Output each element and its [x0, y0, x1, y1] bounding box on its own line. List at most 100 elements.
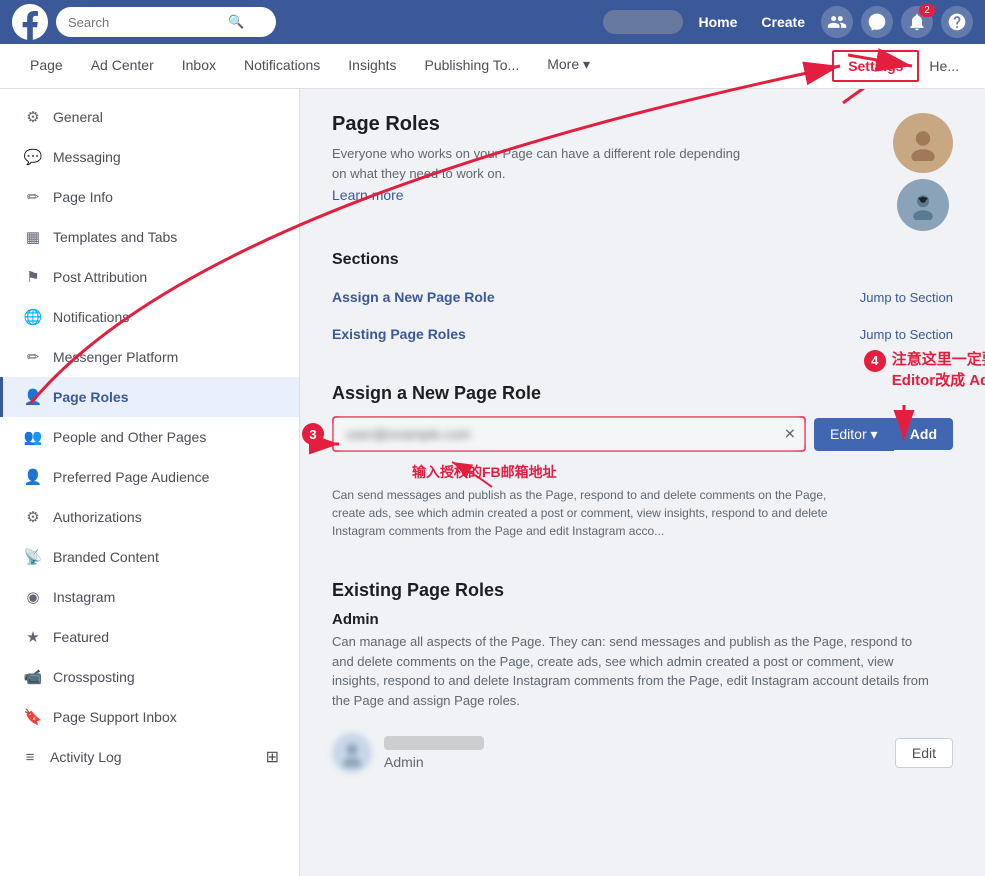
notification-badge: 2 [919, 4, 935, 17]
page-role-avatar-1 [893, 113, 953, 173]
edit-icon: ✏ [23, 187, 43, 207]
section-row-existing: Existing Page Roles Jump to Section [332, 316, 953, 353]
existing-roles-title: Existing Page Roles [332, 580, 953, 601]
instagram-icon: ◉ [23, 587, 43, 607]
nav-insights[interactable]: Insights [334, 44, 410, 89]
assign-input-wrapper: ✕ [332, 416, 806, 452]
sidebar-item-general[interactable]: ⚙ General [0, 97, 299, 137]
branded-content-icon: 📡 [23, 547, 43, 567]
learn-more-link[interactable]: Learn more [332, 187, 404, 203]
post-attr-icon: ⚑ [23, 267, 43, 287]
preferred-audience-icon: 👤 [23, 467, 43, 487]
nav-inbox[interactable]: Inbox [168, 44, 230, 89]
sidebar-item-featured[interactable]: ★ Featured [0, 617, 299, 657]
messaging-icon: 💬 [23, 147, 43, 167]
sidebar-item-page-info[interactable]: ✏ Page Info [0, 177, 299, 217]
admin-user-avatar [332, 733, 372, 773]
search-input[interactable] [68, 15, 228, 30]
page-roles-icon: 👤 [23, 387, 43, 407]
sidebar-item-page-roles[interactable]: 👤 Page Roles 2 [0, 377, 299, 417]
nav-right: Home Create 2 [603, 6, 974, 38]
sidebar-item-notifications[interactable]: 🌐 Notifications [0, 297, 299, 337]
home-link[interactable]: Home [691, 10, 746, 34]
people-icon: 👥 [23, 427, 43, 447]
help-icon-btn[interactable] [941, 6, 973, 38]
friends-icon-btn[interactable] [821, 6, 853, 38]
admin-user-row: Admin Edit [332, 722, 953, 783]
page-role-avatar-2 [897, 179, 949, 231]
sidebar: ⚙ General 💬 Messaging ✏ Page Info ▦ Temp… [0, 89, 300, 876]
sidebar-item-messenger-platform[interactable]: ✏ Messenger Platform [0, 337, 299, 377]
create-link[interactable]: Create [753, 10, 813, 34]
chinese-text-2: Editor改成 Admin [892, 369, 985, 390]
help-nav-btn[interactable]: He... [919, 44, 969, 89]
assign-title: Assign a New Page Role [332, 383, 953, 404]
assign-desc: Can send messages and publish as the Pag… [332, 486, 832, 540]
facebook-logo[interactable] [12, 4, 48, 40]
sidebar-item-messaging[interactable]: 💬 Messaging [0, 137, 299, 177]
crossposting-icon: 📹 [23, 667, 43, 687]
admin-user-name-blurred [384, 736, 484, 750]
admin-user-info: Admin [384, 736, 895, 770]
arrow-1-svg [823, 89, 943, 113]
page-roles-desc: Everyone who works on your Page can have… [332, 144, 752, 183]
jump-to-assign[interactable]: Jump to Section [860, 290, 953, 305]
main-layout: ⚙ General 💬 Messaging ✏ Page Info ▦ Temp… [0, 89, 985, 876]
assign-section: Assign a New Page Role 3 ✕ Editor ▾ Add [332, 383, 953, 540]
annotation-4: 4 [864, 350, 886, 372]
chinese-annotation-4: 4 注意这里一定要把默认的 Editor改成 Admin [864, 348, 985, 390]
sidebar-item-templates[interactable]: ▦ Templates and Tabs [0, 217, 299, 257]
top-navigation: 🔍 Home Create 2 [0, 0, 985, 44]
sidebar-item-branded-content[interactable]: 📡 Branded Content [0, 537, 299, 577]
gear-icon: ⚙ [23, 107, 43, 127]
annotation-3: 3 [302, 423, 324, 445]
role-add-container: Editor ▾ Add Admin ✓Editor Moderator Adv… [814, 418, 953, 451]
sidebar-item-people[interactable]: 👥 People and Other Pages [0, 417, 299, 457]
activity-log-expand-icon: ⊞ [266, 747, 279, 767]
nav-page[interactable]: Page [16, 44, 77, 89]
section-row-assign: Assign a New Page Role Jump to Section [332, 279, 953, 316]
auth-icon: ⚙ [23, 507, 43, 527]
nav-publishing[interactable]: Publishing To... [411, 44, 534, 89]
chinese-text-1: 注意这里一定要把默认的 [892, 348, 985, 369]
page-support-icon: 🔖 [23, 707, 43, 727]
sidebar-item-preferred-audience[interactable]: 👤 Preferred Page Audience [0, 457, 299, 497]
sidebar-item-post-attribution[interactable]: ⚑ Post Attribution [0, 257, 299, 297]
user-name-blurred [603, 10, 683, 34]
nav-ad-center[interactable]: Ad Center [77, 44, 168, 89]
messenger-platform-icon: ✏ [23, 347, 43, 367]
messenger-icon-btn[interactable] [861, 6, 893, 38]
activity-log-footer[interactable]: ≡ Activity Log ⊞ [0, 737, 299, 777]
edit-user-button[interactable]: Edit [895, 738, 953, 768]
notifications-icon-btn[interactable]: 2 [901, 6, 933, 38]
settings-button[interactable]: Settings [832, 50, 919, 82]
page-navigation: Page Ad Center Inbox Notifications Insig… [0, 44, 985, 89]
existing-section-link[interactable]: Existing Page Roles [332, 326, 466, 342]
add-role-button[interactable]: Add [894, 418, 953, 450]
admin-role-title: Admin [332, 611, 953, 628]
assign-section-link[interactable]: Assign a New Page Role [332, 289, 495, 305]
content-area: Page Roles Everyone who works on your Pa… [300, 89, 985, 876]
nav-more[interactable]: More ▾ [533, 44, 604, 89]
existing-section: Existing Page Roles Admin Can manage all… [332, 580, 953, 783]
featured-icon: ★ [23, 627, 43, 647]
search-bar[interactable]: 🔍 [56, 7, 276, 37]
chinese-label-container: 输入授权的FB邮箱地址 [332, 462, 953, 482]
notifications-icon: 🌐 [23, 307, 43, 327]
sections-title: Sections [332, 251, 953, 269]
nav-notifications[interactable]: Notifications [230, 44, 334, 89]
templates-icon: ▦ [23, 227, 43, 247]
admin-role-desc: Can manage all aspects of the Page. They… [332, 632, 932, 710]
search-icon: 🔍 [228, 14, 244, 30]
sidebar-item-page-support[interactable]: 🔖 Page Support Inbox [0, 697, 299, 737]
admin-user-role: Admin [384, 754, 895, 770]
assign-email-input[interactable] [334, 418, 804, 450]
chinese-input-label: 输入授权的FB邮箱地址 [332, 462, 953, 482]
jump-to-existing[interactable]: Jump to Section [860, 327, 953, 342]
role-dropdown-btn[interactable]: Editor ▾ [814, 418, 894, 451]
sidebar-item-authorizations[interactable]: ⚙ Authorizations [0, 497, 299, 537]
sidebar-item-crossposting[interactable]: 📹 Crossposting [0, 657, 299, 697]
input-clear-icon[interactable]: ✕ [784, 426, 796, 443]
sidebar-item-instagram[interactable]: ◉ Instagram [0, 577, 299, 617]
activity-log-icon: ≡ [20, 747, 40, 767]
